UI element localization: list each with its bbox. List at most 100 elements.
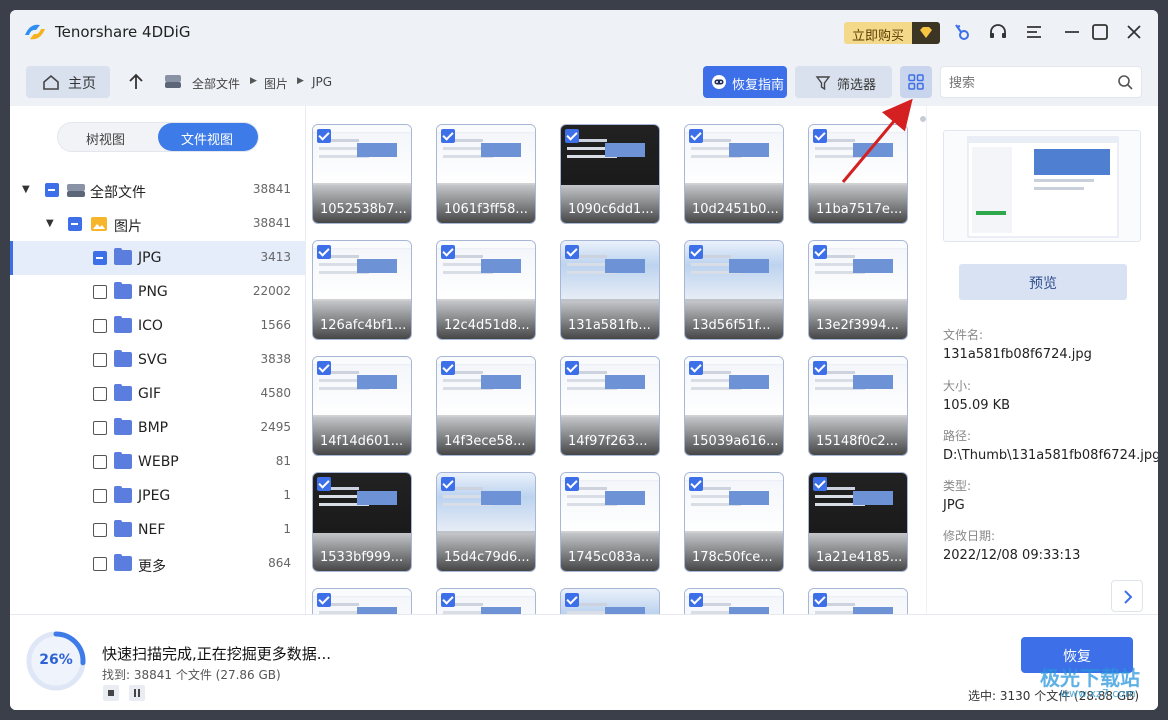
checkbox[interactable]: [93, 387, 107, 401]
file-thumbnail[interactable]: 131a581fb...: [560, 240, 660, 340]
preview-button[interactable]: 预览: [959, 264, 1127, 300]
file-thumbnail[interactable]: 1745c083a...: [560, 472, 660, 572]
thumbnail-checkbox[interactable]: [317, 477, 331, 491]
thumbnail-checkbox[interactable]: [565, 361, 579, 375]
file-thumbnail[interactable]: 10d2451b0...: [684, 124, 784, 224]
thumbnail-checkbox[interactable]: [441, 477, 455, 491]
file-thumbnail[interactable]: [808, 588, 908, 614]
checkbox[interactable]: [93, 523, 107, 537]
sidebar-item-images[interactable]: ▼ 图片 38841: [10, 207, 305, 241]
sidebar-item-svg[interactable]: SVG 3838: [10, 343, 305, 377]
sidebar-item-jpeg[interactable]: JPEG 1: [10, 479, 305, 513]
checkbox[interactable]: [45, 183, 59, 197]
file-thumbnail[interactable]: 1061f3ff58...: [436, 124, 536, 224]
maximize-icon[interactable]: [1090, 22, 1110, 42]
up-arrow-icon[interactable]: [126, 72, 146, 92]
sidebar-item-all-files[interactable]: ▼ 全部文件 38841: [10, 173, 305, 207]
file-thumbnail[interactable]: 13e2f3994...: [808, 240, 908, 340]
file-thumbnail[interactable]: [684, 588, 784, 614]
file-thumbnail[interactable]: 15148f0c2...: [808, 356, 908, 456]
thumbnail-checkbox[interactable]: [689, 245, 703, 259]
file-thumbnail[interactable]: [560, 588, 660, 614]
home-button[interactable]: 主页: [26, 66, 110, 98]
checkbox[interactable]: [93, 285, 107, 299]
file-thumbnail[interactable]: 126afc4bf1...: [312, 240, 412, 340]
sidebar-item-jpg[interactable]: JPG 3413: [10, 241, 305, 275]
sidebar-item-nef[interactable]: NEF 1: [10, 513, 305, 547]
sidebar-item-gif[interactable]: GIF 4580: [10, 377, 305, 411]
thumbnail-checkbox[interactable]: [689, 593, 703, 607]
checkbox[interactable]: [93, 353, 107, 367]
file-thumbnail[interactable]: 1a21e4185...: [808, 472, 908, 572]
thumbnail-checkbox[interactable]: [317, 361, 331, 375]
checkbox[interactable]: [93, 319, 107, 333]
file-thumbnail[interactable]: 1533bf999...: [312, 472, 412, 572]
file-view-tab[interactable]: 文件视图: [158, 123, 258, 151]
checkbox[interactable]: [93, 489, 107, 503]
file-thumbnail[interactable]: 15039a616...: [684, 356, 784, 456]
sidebar-item-more[interactable]: 更多 864: [10, 547, 305, 581]
checkbox[interactable]: [93, 421, 107, 435]
thumbnail-checkbox[interactable]: [813, 477, 827, 491]
thumbnail-checkbox[interactable]: [441, 129, 455, 143]
thumbnail-checkbox[interactable]: [689, 361, 703, 375]
thumbnail-checkbox[interactable]: [689, 477, 703, 491]
thumbnail-checkbox[interactable]: [565, 129, 579, 143]
thumbnail-checkbox[interactable]: [317, 245, 331, 259]
file-thumbnail[interactable]: 1052538b7...: [312, 124, 412, 224]
sidebar-item-png[interactable]: PNG 22002: [10, 275, 305, 309]
thumbnail-checkbox[interactable]: [813, 361, 827, 375]
file-thumbnail[interactable]: 11ba7517e...: [808, 124, 908, 224]
filter-button[interactable]: 筛选器: [795, 66, 892, 98]
file-thumbnail[interactable]: 14f3ece58...: [436, 356, 536, 456]
file-thumbnail[interactable]: 12c4d51d8...: [436, 240, 536, 340]
file-thumbnail[interactable]: 13d56f51f...: [684, 240, 784, 340]
checkbox[interactable]: [93, 251, 107, 265]
thumbnail-checkbox[interactable]: [565, 593, 579, 607]
checkbox[interactable]: [93, 455, 107, 469]
stop-button[interactable]: [103, 685, 119, 701]
key-icon[interactable]: [952, 22, 972, 42]
thumbnail-checkbox[interactable]: [441, 361, 455, 375]
file-thumbnail[interactable]: 178c50fce...: [684, 472, 784, 572]
thumbnail-checkbox[interactable]: [565, 245, 579, 259]
search-input[interactable]: [949, 73, 1109, 93]
thumbnail-checkbox[interactable]: [317, 593, 331, 607]
checkbox[interactable]: [93, 557, 107, 571]
thumbnail-checkbox[interactable]: [317, 129, 331, 143]
sidebar-item-ico[interactable]: ICO 1566: [10, 309, 305, 343]
expand-caret-icon[interactable]: ▼: [46, 218, 54, 229]
menu-icon[interactable]: [1024, 22, 1044, 42]
file-thumbnail[interactable]: [436, 588, 536, 614]
tree-view-tab[interactable]: 树视图: [86, 129, 125, 148]
file-thumbnail[interactable]: 14f97f263...: [560, 356, 660, 456]
thumbnail-checkbox[interactable]: [689, 129, 703, 143]
search-icon[interactable]: [1117, 74, 1133, 90]
close-icon[interactable]: [1124, 22, 1144, 42]
breadcrumb-jpg[interactable]: JPG: [312, 75, 332, 89]
thumbnail-checkbox[interactable]: [441, 593, 455, 607]
grid-view-button[interactable]: [900, 66, 932, 98]
pause-button[interactable]: [129, 685, 145, 701]
thumbnail-checkbox[interactable]: [565, 477, 579, 491]
file-thumbnail[interactable]: [312, 588, 412, 614]
file-thumbnail[interactable]: 14f14d601...: [312, 356, 412, 456]
minimize-icon[interactable]: [1062, 22, 1082, 42]
thumbnail-checkbox[interactable]: [813, 245, 827, 259]
recovery-guide-button[interactable]: 恢复指南: [703, 66, 787, 98]
breadcrumb-images[interactable]: 图片: [264, 75, 288, 92]
file-thumbnail[interactable]: 1090c6dd1...: [560, 124, 660, 224]
checkbox[interactable]: [68, 217, 82, 231]
thumbnail-checkbox[interactable]: [441, 245, 455, 259]
sidebar-item-bmp[interactable]: BMP 2495: [10, 411, 305, 445]
sidebar-item-webp[interactable]: WEBP 81: [10, 445, 305, 479]
search-box[interactable]: [940, 66, 1142, 98]
breadcrumb-all-files[interactable]: 全部文件: [192, 75, 240, 92]
thumbnail-checkbox[interactable]: [813, 129, 827, 143]
thumbnail-checkbox[interactable]: [813, 593, 827, 607]
file-thumbnail[interactable]: 15d4c79d6...: [436, 472, 536, 572]
next-button[interactable]: [1111, 580, 1143, 612]
expand-caret-icon[interactable]: ▼: [22, 184, 30, 195]
headset-icon[interactable]: [988, 22, 1008, 42]
buy-now-button[interactable]: 立即购买: [844, 22, 940, 44]
